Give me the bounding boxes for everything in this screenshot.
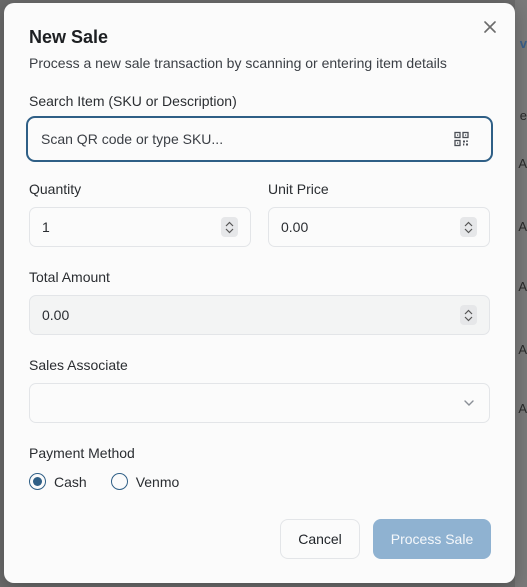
radio-cash-label[interactable]: Cash	[54, 474, 87, 490]
background-text: A	[518, 156, 527, 171]
chevron-down-icon	[464, 228, 473, 233]
unit-price-label: Unit Price	[268, 181, 329, 197]
dialog-title: New Sale	[29, 27, 109, 47]
radio-cash[interactable]	[29, 473, 46, 490]
quantity-input[interactable]: 1	[29, 207, 251, 247]
quantity-stepper[interactable]	[221, 217, 238, 237]
chevron-up-icon	[464, 221, 473, 226]
quantity-value: 1	[42, 219, 50, 235]
sales-associate-select[interactable]	[29, 383, 490, 423]
total-amount-stepper[interactable]	[460, 305, 477, 325]
chevron-down-icon	[464, 316, 473, 321]
radio-selected-dot	[33, 477, 42, 486]
process-sale-button[interactable]: Process Sale	[373, 519, 491, 559]
cancel-button[interactable]: Cancel	[280, 519, 360, 559]
qr-code-icon[interactable]	[454, 131, 469, 147]
total-amount-input[interactable]: 0.00	[29, 295, 490, 335]
radio-venmo[interactable]	[110, 473, 128, 490]
search-input[interactable]: Scan QR code or type SKU...	[26, 116, 493, 162]
payment-method-group: Cash Venmo	[29, 473, 179, 490]
chevron-down-icon	[225, 228, 234, 233]
radio-venmo-label[interactable]: Venmo	[136, 474, 180, 490]
search-label: Search Item (SKU or Description)	[29, 93, 237, 109]
close-button[interactable]	[481, 18, 499, 36]
chevron-up-icon	[464, 309, 473, 314]
background-text: e	[519, 108, 527, 123]
background-text: v	[519, 36, 527, 51]
unit-price-stepper[interactable]	[460, 217, 477, 237]
chevron-down-icon	[464, 400, 474, 406]
search-placeholder: Scan QR code or type SKU...	[41, 131, 224, 147]
close-icon	[484, 21, 496, 33]
unit-price-input[interactable]: 0.00	[268, 207, 490, 247]
sales-associate-label: Sales Associate	[29, 357, 128, 373]
new-sale-dialog: New Sale Process a new sale transaction …	[4, 3, 515, 583]
dialog-subtitle: Process a new sale transaction by scanni…	[29, 55, 447, 71]
background-text: A	[518, 342, 527, 357]
payment-method-label: Payment Method	[29, 445, 135, 461]
background-text: A	[518, 401, 527, 416]
unit-price-value: 0.00	[281, 219, 309, 235]
background-text: A	[518, 219, 527, 234]
chevron-up-icon	[225, 221, 234, 226]
total-amount-value: 0.00	[42, 307, 70, 323]
total-amount-label: Total Amount	[29, 269, 110, 285]
quantity-label: Quantity	[29, 181, 82, 197]
